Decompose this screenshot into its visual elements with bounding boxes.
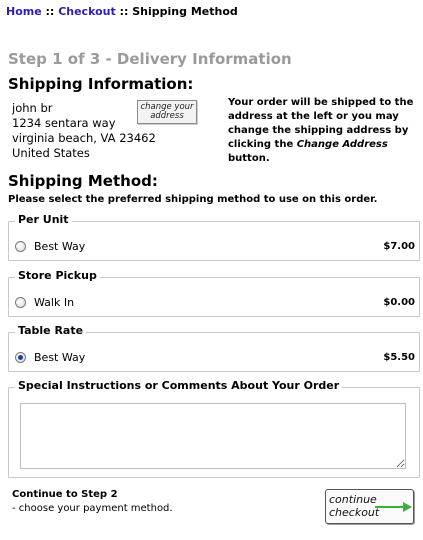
shipping-option-price: $7.00: [383, 240, 415, 252]
change-address-button-line2: address: [150, 111, 184, 121]
shipping-option-label[interactable]: Best Way: [34, 240, 85, 253]
change-address-button[interactable]: change your address: [137, 100, 197, 124]
shipping-method-intro: Please select the preferred shipping met…: [8, 194, 378, 205]
shipping-option-label[interactable]: Best Way: [34, 351, 85, 364]
page-title: Step 1 of 3 - Delivery Information: [8, 50, 292, 68]
address-line: 1234 sentara way: [12, 116, 116, 130]
arrow-right-icon: [375, 502, 412, 512]
note-emphasis: Change Address: [296, 139, 388, 150]
shipping-group-table-rate: Table Rate Best Way $5.50: [8, 324, 420, 372]
shipping-option-price: $5.50: [383, 351, 415, 363]
continue-step-title: Continue to Step 2: [12, 489, 118, 500]
continue-button-line1: continue: [329, 493, 377, 506]
breadcrumb-home-link[interactable]: Home: [6, 5, 42, 18]
shipping-option-label[interactable]: Walk In: [34, 296, 74, 309]
shipping-group-title: Store Pickup: [15, 269, 100, 282]
breadcrumb-current: Shipping Method: [132, 5, 238, 18]
breadcrumb: Home :: Checkout :: Shipping Method: [6, 5, 238, 18]
shipping-method-heading: Shipping Method:: [8, 172, 158, 190]
comments-textarea[interactable]: [20, 403, 406, 469]
shipping-group-per-unit: Per Unit Best Way $7.00: [8, 213, 420, 261]
shipping-address-note: Your order will be shipped to the addres…: [228, 96, 418, 166]
shipping-option-row[interactable]: Best Way $5.50: [15, 349, 415, 365]
continue-step-subtitle: - choose your payment method.: [12, 503, 173, 514]
address-line: john br: [12, 101, 53, 115]
address-line: United States: [12, 146, 90, 160]
shipping-option-radio-selected[interactable]: [15, 351, 26, 363]
shipping-address: john br 1234 sentara way virginia beach,…: [12, 101, 156, 161]
address-line: virginia beach, VA 23462: [12, 131, 156, 145]
breadcrumb-checkout-link[interactable]: Checkout: [58, 5, 116, 18]
breadcrumb-separator: ::: [119, 5, 129, 18]
shipping-information-heading: Shipping Information:: [8, 75, 194, 93]
comments-legend: Special Instructions or Comments About Y…: [15, 379, 343, 392]
shipping-option-radio[interactable]: [15, 296, 26, 308]
shipping-option-price: $0.00: [383, 296, 415, 308]
shipping-option-row[interactable]: Walk In $0.00: [15, 294, 415, 310]
shipping-option-row[interactable]: Best Way $7.00: [15, 238, 415, 254]
continue-checkout-button[interactable]: continue checkout: [325, 489, 414, 524]
shipping-group-title: Table Rate: [15, 324, 87, 337]
note-text-end: button.: [228, 153, 270, 164]
continue-button-line2: checkout: [329, 506, 380, 519]
shipping-option-radio[interactable]: [15, 240, 26, 252]
shipping-group-title: Per Unit: [15, 213, 72, 226]
shipping-group-store-pickup: Store Pickup Walk In $0.00: [8, 269, 420, 317]
breadcrumb-separator: ::: [45, 5, 55, 18]
